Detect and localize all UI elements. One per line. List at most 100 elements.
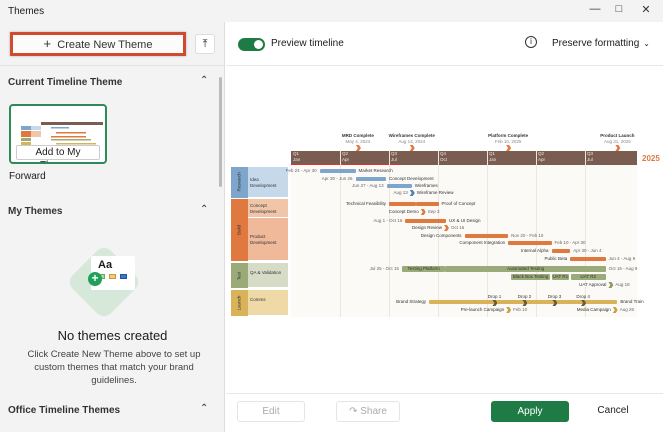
milestone-label: Drop 4	[576, 294, 590, 299]
milestone-label: Concept Demo	[388, 209, 419, 214]
task-label: Component Integration	[459, 240, 506, 245]
current-theme-name: Forward	[9, 171, 46, 182]
task-date: Jul 25 - Oct 15	[369, 266, 399, 271]
milestone-date: Aug 26	[619, 307, 634, 312]
task-bar: Automated Testing	[445, 266, 606, 272]
swimlane-name: Launch	[236, 295, 242, 311]
task-label: Design Components	[420, 233, 462, 238]
task-bar	[389, 202, 416, 206]
today-line	[291, 164, 398, 165]
milestone-date: Aug 18	[615, 282, 630, 287]
task-bar	[416, 202, 439, 206]
task-bar: Black Box Testing	[510, 274, 551, 280]
top-milestone-date: Feb 10, 2025	[494, 139, 522, 144]
month-label: Oct	[440, 157, 448, 162]
milestone-label: Drop 2	[517, 294, 532, 299]
format-select-value: Preserve formatting	[552, 38, 640, 49]
maximize-icon[interactable]: □	[610, 3, 628, 19]
empty-state-text: Click Create New Theme above to set up c…	[27, 349, 201, 386]
minimize-icon[interactable]: —	[586, 3, 604, 19]
apply-button[interactable]: Apply	[491, 401, 569, 422]
scroll-to-top-button[interactable]: ⤒	[195, 34, 215, 54]
current-theme-card[interactable]: Add to My Themes	[9, 104, 107, 164]
task-label: Wireframes	[414, 183, 438, 188]
preview-timeline-toggle[interactable]	[238, 38, 265, 51]
add-to-my-themes-button[interactable]: Add to My Themes	[16, 145, 100, 162]
task-bar: Testing Platform	[401, 266, 446, 272]
info-icon[interactable]: i	[525, 36, 537, 48]
milestone-date: Aug 13	[393, 190, 408, 195]
task-bar	[386, 184, 412, 188]
chevron-down-icon: ⌄	[643, 39, 650, 48]
milestone-label: Media Campaign	[576, 307, 611, 312]
add-circle-icon: +	[88, 272, 102, 286]
milestone-label: Drop 3	[547, 294, 562, 299]
task-label: Brand Strategy	[396, 299, 427, 304]
chevron-up-icon[interactable]: ⌃	[200, 204, 208, 215]
scroll-to-top-icon: ⤒	[202, 38, 208, 50]
chevron-up-icon[interactable]: ⌃	[200, 75, 208, 86]
milestone-label: UAT Approval	[579, 282, 607, 287]
sidebar-scrollbar[interactable]	[219, 77, 222, 187]
task-label: Technical Feasibility	[345, 201, 386, 206]
month-label: Apr	[342, 157, 350, 162]
month-label: Apr	[538, 157, 546, 162]
preview-toolbar: Preview timeline i Preserve formatting ⌄	[226, 22, 663, 66]
task-date: Apr 30 - Jun 4	[573, 248, 602, 253]
preview-timeline-label: Preview timeline	[271, 38, 344, 49]
task-bar	[405, 219, 447, 223]
task-label: Brand Train	[620, 299, 644, 304]
milestone-label: Design Review	[412, 225, 443, 230]
subgroup-name: Idea Development	[250, 176, 277, 188]
month-label: Jan	[489, 157, 497, 162]
milestone-label: Drop 1	[487, 294, 502, 299]
task-bar	[319, 169, 356, 173]
share-button[interactable]: ↷ Share	[336, 401, 400, 422]
share-label: Share	[360, 406, 387, 417]
milestone-label: Pre-launch Campaign	[460, 307, 505, 312]
share-icon: ↷	[349, 406, 358, 417]
subgroup-name: Comms	[250, 297, 266, 302]
task-label: Proof of Concept	[441, 201, 476, 206]
task-label: UX & UI Design	[449, 218, 481, 223]
create-new-theme-button[interactable]: + Create New Theme	[10, 32, 186, 56]
task-label: Concept Development	[389, 176, 434, 181]
task-bar	[551, 249, 571, 253]
cancel-button[interactable]: Cancel	[588, 401, 638, 422]
year-label: 2025	[642, 154, 660, 163]
milestone-date: Oct 16	[451, 225, 465, 230]
subgroup-name: Product Development	[250, 233, 277, 245]
section-office-themes: Office Timeline Themes	[8, 405, 121, 416]
dialog-footer: Edit ↷ Share Apply Cancel	[226, 393, 663, 432]
task-bar	[464, 234, 509, 238]
month-label: Jul	[391, 157, 397, 162]
chevron-up-icon[interactable]: ⌃	[200, 403, 208, 414]
timeline-preview: Q1 Jan Q2 Apr Q3 Jul Q4 Oct Q1 Jan Q2 Apr Q3 Jul 2025 M…	[226, 67, 663, 392]
task-date: Feb 24 - Apr 30	[285, 168, 317, 173]
task-date: Jun 27 - Aug 13	[352, 183, 384, 188]
swimlane-name: Research	[236, 171, 242, 191]
format-select[interactable]: Preserve formatting ⌄	[546, 33, 656, 54]
edit-button[interactable]: Edit	[237, 401, 305, 422]
themes-sidebar: + Create New Theme ⤒ Current Timeline Th…	[0, 22, 225, 432]
task-bar: UAT R2	[570, 274, 606, 280]
section-current-theme: Current Timeline Theme	[8, 77, 123, 88]
section-my-themes: My Themes	[8, 206, 63, 217]
subgroup-name: QA & Validation	[250, 269, 282, 275]
title-bar: Themes — □ ✕	[0, 0, 663, 22]
task-date: Jun 4 - Aug 9	[608, 256, 636, 261]
milestone-label: Wireframe Review	[416, 190, 454, 195]
task-bar	[570, 257, 606, 261]
task-date: Oct 15 - Aug 9	[608, 266, 638, 271]
close-icon[interactable]: ✕	[637, 3, 655, 19]
illustration-text: Aa	[98, 259, 113, 271]
task-label: Market Research	[358, 168, 393, 173]
swimlane-name: Test	[236, 271, 242, 280]
milestone-date: Feb 10	[513, 307, 528, 312]
sidebar-toolbar: + Create New Theme ⤒	[0, 22, 225, 66]
task-bar	[355, 177, 387, 181]
preview-panel: Preview timeline i Preserve formatting ⌄…	[226, 22, 663, 432]
empty-state-title: No themes created	[57, 328, 168, 343]
task-date: Nov 20 - Feb 10	[511, 233, 544, 238]
task-date: Feb 10 - Apr 30	[554, 240, 586, 245]
